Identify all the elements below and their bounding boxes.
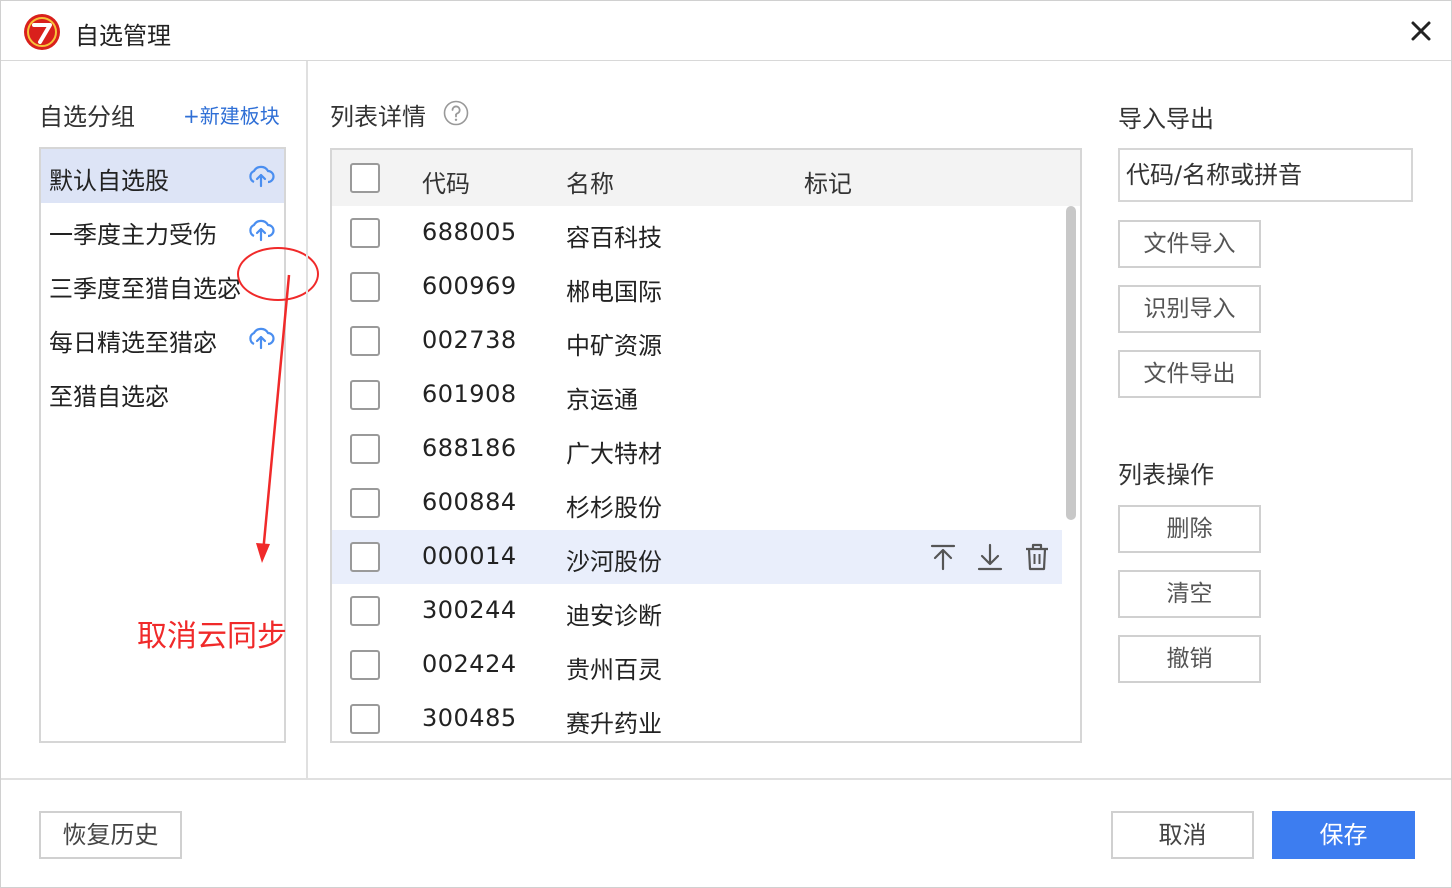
row-checkbox[interactable]: [350, 542, 380, 572]
clear-button[interactable]: 清空: [1118, 570, 1261, 618]
stock-name: 郴电国际: [566, 278, 662, 306]
table-header: 代码 名称 标记: [332, 150, 1080, 206]
group-item[interactable]: 每日精选至猎宓: [41, 311, 284, 365]
table-row[interactable]: 688005 容百科技: [332, 206, 1062, 260]
stock-name: 容百科技: [566, 224, 662, 252]
table-row[interactable]: 002738 中矿资源: [332, 314, 1062, 368]
help-icon[interactable]: [443, 100, 469, 126]
scrollbar-thumb[interactable]: [1066, 206, 1076, 520]
restore-history-button[interactable]: 恢复历史: [39, 811, 182, 859]
stock-name: 京运通: [566, 386, 638, 414]
close-icon[interactable]: [1405, 15, 1437, 47]
stock-name: 赛升药业: [566, 710, 662, 738]
select-all-checkbox[interactable]: [350, 163, 380, 193]
table-row[interactable]: 601908 京运通: [332, 368, 1062, 422]
table-row[interactable]: 300244 迪安诊断: [332, 584, 1062, 638]
group-item[interactable]: 默认自选股: [41, 149, 284, 203]
move-down-icon[interactable]: [975, 542, 1005, 572]
group-item-label: 一季度主力受伤: [49, 221, 217, 249]
row-checkbox[interactable]: [350, 434, 380, 464]
stock-code: 002424: [422, 650, 517, 678]
stock-code: 601908: [422, 380, 517, 408]
table-row[interactable]: 600969 郴电国际: [332, 260, 1062, 314]
column-header-code[interactable]: 代码: [422, 164, 470, 199]
trash-icon[interactable]: [1022, 542, 1052, 572]
app-logo-icon: [24, 14, 60, 50]
save-button[interactable]: 保存: [1272, 811, 1415, 859]
table-row[interactable]: 000014 沙河股份: [332, 530, 1062, 584]
stock-code: 688186: [422, 434, 517, 462]
search-input[interactable]: [1118, 148, 1413, 202]
stock-name: 贵州百灵: [566, 656, 662, 684]
annotation-label: 取消云同步: [137, 619, 287, 654]
undo-button[interactable]: 撤销: [1118, 635, 1261, 683]
table-row[interactable]: 002424 贵州百灵: [332, 638, 1062, 692]
group-item-label: 每日精选至猎宓: [49, 329, 217, 357]
stock-code: 300485: [422, 704, 517, 732]
group-item[interactable]: 一季度主力受伤: [41, 203, 284, 257]
stock-table: 代码 名称 标记 688005 容百科技 600969 郴电国际 002738 …: [330, 148, 1082, 743]
group-item-label: 三季度至猎自选宓: [49, 275, 241, 303]
row-checkbox[interactable]: [350, 650, 380, 680]
stock-name: 广大特材: [566, 440, 662, 468]
panel-divider: [306, 61, 308, 778]
file-export-button[interactable]: 文件导出: [1118, 350, 1261, 398]
row-checkbox[interactable]: [350, 272, 380, 302]
import-export-title: 导入导出: [1118, 105, 1214, 133]
delete-button[interactable]: 删除: [1118, 505, 1261, 553]
table-row[interactable]: 600884 杉杉股份: [332, 476, 1062, 530]
stock-name: 沙河股份: [566, 548, 662, 576]
row-checkbox[interactable]: [350, 218, 380, 248]
column-header-name[interactable]: 名称: [566, 164, 614, 199]
cancel-button[interactable]: 取消: [1111, 811, 1254, 859]
file-import-button[interactable]: 文件导入: [1118, 220, 1261, 268]
group-section-title: 自选分组: [39, 103, 135, 131]
cloud-upload-icon[interactable]: [247, 217, 275, 243]
stock-code: 000014: [422, 542, 517, 570]
group-item-label: 默认自选股: [49, 167, 169, 195]
stock-code: 688005: [422, 218, 517, 246]
annotation-arrow-icon: [256, 274, 291, 563]
title-bar: 自选管理: [1, 1, 1451, 61]
row-checkbox[interactable]: [350, 380, 380, 410]
row-checkbox[interactable]: [350, 596, 380, 626]
table-row[interactable]: 688186 广大特材: [332, 422, 1062, 476]
recognize-import-button[interactable]: 识别导入: [1118, 285, 1261, 333]
stock-name: 杉杉股份: [566, 494, 662, 522]
table-scrollbar[interactable]: [1062, 206, 1080, 741]
stock-code: 300244: [422, 596, 517, 624]
row-checkbox[interactable]: [350, 704, 380, 734]
group-item[interactable]: 至猎自选宓: [41, 365, 284, 419]
group-item-label: 至猎自选宓: [49, 383, 169, 411]
dialog-window: 自选管理 自选分组 +新建板块 默认自选股 一季度主力受伤 三季度至猎自选宓 每…: [0, 0, 1452, 888]
move-top-icon[interactable]: [928, 542, 958, 572]
table-row[interactable]: 300485 赛升药业: [332, 692, 1062, 741]
stock-code: 600969: [422, 272, 517, 300]
column-header-mark[interactable]: 标记: [804, 164, 852, 199]
window-title: 自选管理: [75, 22, 171, 50]
stock-code: 002738: [422, 326, 517, 354]
footer-divider: [1, 778, 1451, 780]
list-ops-title: 列表操作: [1118, 461, 1214, 489]
cloud-upload-icon[interactable]: [247, 163, 275, 189]
row-checkbox[interactable]: [350, 326, 380, 356]
new-block-link[interactable]: +新建板块: [183, 100, 280, 129]
row-checkbox[interactable]: [350, 488, 380, 518]
stock-name: 中矿资源: [566, 332, 662, 360]
list-section-title: 列表详情: [330, 103, 426, 131]
stock-name: 迪安诊断: [566, 602, 662, 630]
stock-code: 600884: [422, 488, 517, 516]
